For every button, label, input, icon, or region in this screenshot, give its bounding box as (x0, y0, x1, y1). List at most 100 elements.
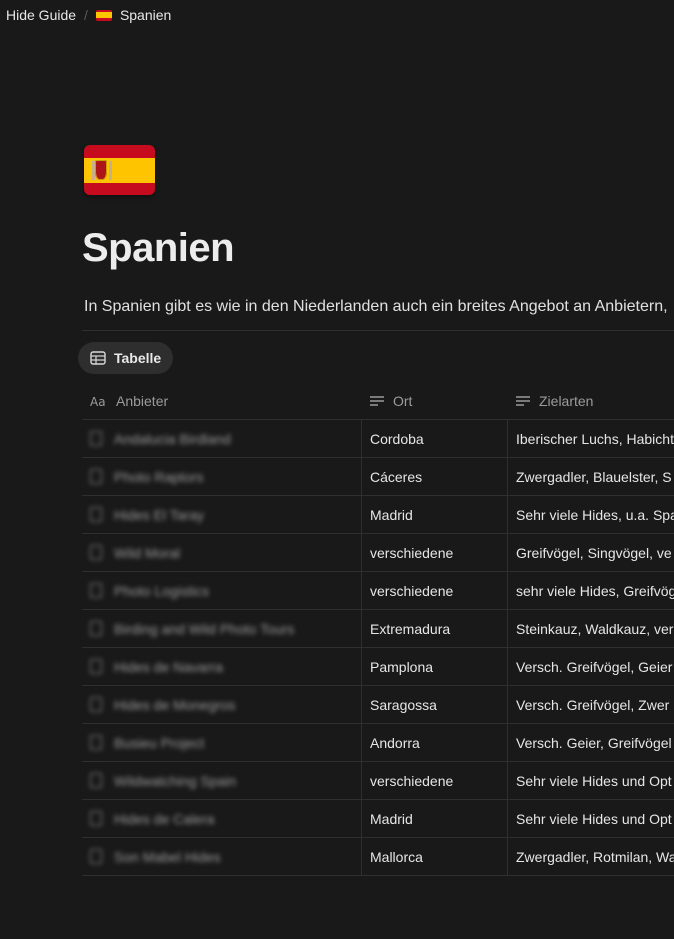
cell-zielarten[interactable]: Zwergadler, Rotmilan, Wa (507, 838, 674, 875)
text-aa-icon: Aa (90, 395, 106, 407)
table-row[interactable]: Hides de Monegros Saragossa Versch. Grei… (82, 686, 674, 724)
anbieter-name: Hides de Calera (114, 810, 215, 827)
cell-ort[interactable]: verschiedene (361, 572, 507, 609)
page-icon (90, 735, 102, 750)
cell-ort[interactable]: Madrid (361, 496, 507, 533)
table-row[interactable]: Photo Logistics verschiedene sehr viele … (82, 572, 674, 610)
ort-value: Cordoba (370, 430, 424, 447)
anbieter-name: Hides de Monegros (114, 696, 236, 713)
table-header: Aa Anbieter Ort Zielarten (82, 382, 674, 420)
column-label: Zielarten (539, 392, 594, 409)
cell-gap (327, 458, 361, 495)
page-icon (90, 659, 102, 674)
table-row[interactable]: Wildwatching Spain verschiedene Sehr vie… (82, 762, 674, 800)
ort-value: Saragossa (370, 696, 437, 713)
page-icon (90, 469, 102, 484)
cell-anbieter[interactable]: Wildwatching Spain (82, 762, 327, 799)
cell-ort[interactable]: verschiedene (361, 762, 507, 799)
table-row[interactable]: Birding and Wild Photo Tours Extremadura… (82, 610, 674, 648)
cell-zielarten[interactable]: Versch. Greifvögel, Zwer (507, 686, 674, 723)
cell-anbieter[interactable]: Hides de Monegros (82, 686, 327, 723)
cell-anbieter[interactable]: Busieu Project (82, 724, 327, 761)
column-header-anbieter[interactable]: Aa Anbieter (82, 382, 361, 419)
cell-zielarten[interactable]: Steinkauz, Waldkauz, ver (507, 610, 674, 647)
page-description[interactable]: In Spanien gibt es wie in den Niederland… (84, 298, 674, 316)
breadcrumb-current[interactable]: Spanien (90, 7, 177, 23)
anbieter-name: Busieu Project (114, 734, 205, 751)
cell-ort[interactable]: verschiedene (361, 534, 507, 571)
table-row[interactable]: Hides de Calera Madrid Sehr viele Hides … (82, 800, 674, 838)
cell-zielarten[interactable]: Sehr viele Hides, u.a. Spa (507, 496, 674, 533)
anbieter-name: Hides El Taray (114, 506, 205, 523)
breadcrumb-root[interactable]: Hide Guide (0, 7, 82, 23)
cell-anbieter[interactable]: Photo Logistics (82, 572, 327, 609)
cell-zielarten[interactable]: Iberischer Luchs, Habicht (507, 420, 674, 457)
page-icon (90, 621, 102, 636)
page-icon (90, 811, 102, 826)
breadcrumb-separator: / (84, 7, 88, 23)
cell-ort[interactable]: Cáceres (361, 458, 507, 495)
page-title[interactable]: Spanien (82, 226, 235, 271)
cell-anbieter[interactable]: Photo Raptors (82, 458, 327, 495)
cell-ort[interactable]: Mallorca (361, 838, 507, 875)
cell-anbieter[interactable]: Birding and Wild Photo Tours (82, 610, 327, 647)
page-icon (90, 583, 102, 598)
cell-anbieter[interactable]: Son Mabel Hides (82, 838, 327, 875)
anbieter-name: Birding and Wild Photo Tours (114, 620, 295, 637)
cell-zielarten[interactable]: Sehr viele Hides und Opt (507, 762, 674, 799)
ort-value: Extremadura (370, 620, 451, 637)
ort-value: verschiedene (370, 544, 454, 561)
cell-zielarten[interactable]: Sehr viele Hides und Opt (507, 800, 674, 837)
tab-tabelle[interactable]: Tabelle (78, 342, 174, 374)
ort-value: verschiedene (370, 772, 454, 789)
tab-label: Tabelle (114, 350, 162, 366)
zielarten-value: Versch. Greifvögel, Geier (516, 658, 673, 675)
cell-ort[interactable]: Madrid (361, 800, 507, 837)
page-icon (90, 697, 102, 712)
cell-gap (327, 800, 361, 837)
cell-anbieter[interactable]: Wild Moral (82, 534, 327, 571)
ort-value: Cáceres (370, 468, 423, 485)
cell-zielarten[interactable]: sehr viele Hides, Greifvög (507, 572, 674, 609)
cell-ort[interactable]: Cordoba (361, 420, 507, 457)
zielarten-value: sehr viele Hides, Greifvög (516, 582, 674, 599)
table-row[interactable]: Photo Raptors Cáceres Zwergadler, Blauel… (82, 458, 674, 496)
cell-anbieter[interactable]: Hides El Taray (82, 496, 327, 533)
page-icon (90, 773, 102, 788)
table-body: Andalucia Birdland Cordoba Iberischer Lu… (82, 420, 674, 876)
text-lines-icon (516, 395, 530, 406)
column-header-zielarten[interactable]: Zielarten (507, 382, 674, 419)
cell-zielarten[interactable]: Versch. Geier, Greifvögel (507, 724, 674, 761)
breadcrumb-current-label: Spanien (119, 7, 172, 23)
zielarten-value: Versch. Greifvögel, Zwer (516, 696, 670, 713)
zielarten-value: Greifvögel, Singvögel, ve (516, 544, 672, 561)
cell-gap (327, 496, 361, 533)
cell-zielarten[interactable]: Versch. Greifvögel, Geier (507, 648, 674, 685)
table-row[interactable]: Son Mabel Hides Mallorca Zwergadler, Rot… (82, 838, 674, 876)
table-row[interactable]: Wild Moral verschiedene Greifvögel, Sing… (82, 534, 674, 572)
anbieter-name: Hides de Navarra (114, 658, 223, 675)
zielarten-value: Sehr viele Hides und Opt (516, 810, 672, 827)
spain-flag-icon[interactable] (84, 145, 155, 195)
cell-ort[interactable]: Pamplona (361, 648, 507, 685)
cell-gap (327, 724, 361, 761)
table-row[interactable]: Andalucia Birdland Cordoba Iberischer Lu… (82, 420, 674, 458)
cell-zielarten[interactable]: Zwergadler, Blauelster, S (507, 458, 674, 495)
zielarten-value: Zwergadler, Rotmilan, Wa (516, 848, 674, 865)
table-row[interactable]: Busieu Project Andorra Versch. Geier, Gr… (82, 724, 674, 762)
cell-anbieter[interactable]: Andalucia Birdland (82, 420, 327, 457)
cell-ort[interactable]: Saragossa (361, 686, 507, 723)
cell-anbieter[interactable]: Hides de Navarra (82, 648, 327, 685)
cell-anbieter[interactable]: Hides de Calera (82, 800, 327, 837)
table-row[interactable]: Hides de Navarra Pamplona Versch. Greifv… (82, 648, 674, 686)
cell-gap (327, 420, 361, 457)
cell-gap (327, 534, 361, 571)
cell-zielarten[interactable]: Greifvögel, Singvögel, ve (507, 534, 674, 571)
ort-value: Madrid (370, 506, 413, 523)
column-header-ort[interactable]: Ort (361, 382, 507, 419)
anbieter-name: Photo Raptors (114, 468, 204, 485)
cell-ort[interactable]: Andorra (361, 724, 507, 761)
table-row[interactable]: Hides El Taray Madrid Sehr viele Hides, … (82, 496, 674, 534)
cell-ort[interactable]: Extremadura (361, 610, 507, 647)
anbieter-name: Wild Moral (114, 544, 181, 561)
